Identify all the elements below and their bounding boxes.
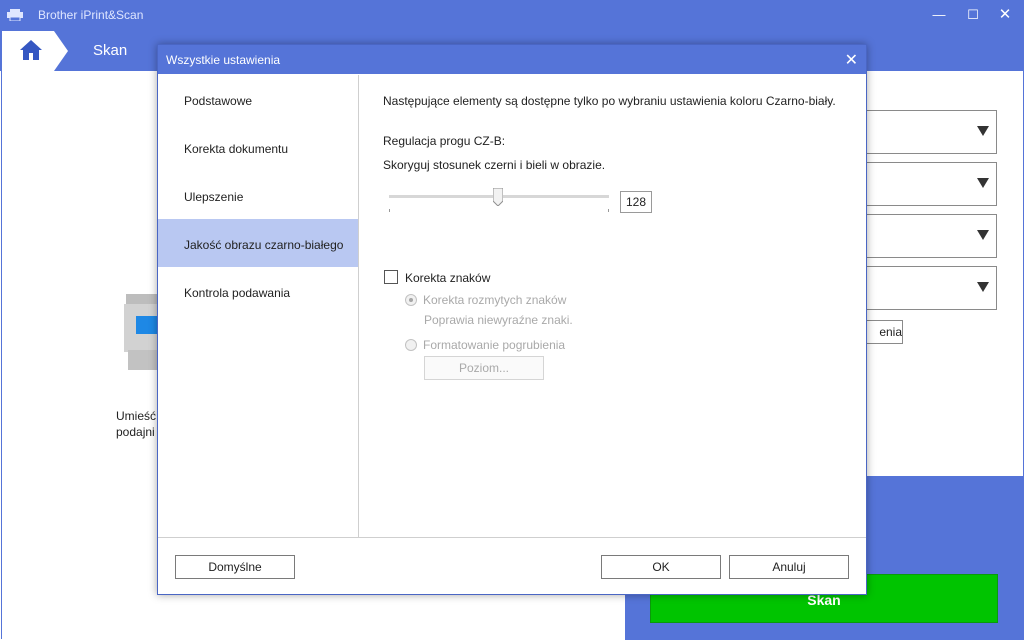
home-button[interactable] [2,31,54,71]
page-title: Skan [93,42,128,59]
dialog-titlebar: Wszystkie ustawienia ✕ [158,45,866,74]
close-icon[interactable]: ✕ [845,50,858,70]
slider-tick [608,209,609,212]
dialog-title: Wszystkie ustawienia [166,53,281,67]
blurry-chars-radio[interactable] [405,294,417,306]
threshold-description: Skoryguj stosunek czerni i bieli w obraz… [383,158,606,172]
printer-icon [7,9,23,21]
minimize-button[interactable]: — [928,4,950,26]
defaults-button[interactable]: Domyślne [175,555,295,579]
bold-format-radio[interactable] [405,339,417,351]
all-settings-dialog: Wszystkie ustawienia ✕ Podstawowe Korekt… [157,44,867,595]
char-correction-label: Korekta znaków [405,271,491,285]
scan-setting-dropdown-1[interactable] [866,110,997,154]
close-window-button[interactable]: ✕ [994,4,1016,26]
scanner-illustration [124,294,160,370]
blurry-chars-label: Korekta rozmytych znaków [423,293,567,307]
scan-setting-dropdown-2[interactable] [866,162,997,206]
nav-item-feed-control[interactable]: Kontrola podawania [158,267,358,315]
nav-item-enhancement[interactable]: Ulepszenie [158,171,358,219]
settings-content: Następujące elementy są dostępne tylko p… [359,75,865,537]
ok-button[interactable]: OK [601,555,721,579]
nav-item-document-correction[interactable]: Korekta dokumentu [158,123,358,171]
scanner-hint-text: Umieść podajni [116,409,157,439]
blurry-chars-description: Poprawia niewyraźne znaki. [424,313,573,327]
bold-format-label: Formatowanie pogrubienia [423,338,566,352]
cancel-button[interactable]: Anuluj [729,555,849,579]
char-correction-checkbox[interactable] [384,270,398,284]
settings-category-list: Podstawowe Korekta dokumentu Ulepszenie … [158,75,359,537]
dropdown-arrow-icon [977,126,989,136]
nav-item-basic[interactable]: Podstawowe [158,75,358,123]
maximize-button[interactable]: ☐ [962,4,984,26]
breadcrumb-arrow [54,31,68,71]
window-titlebar: Brother iPrint&Scan — ☐ ✕ [0,0,1024,31]
dropdown-arrow-icon [977,230,989,240]
threshold-label: Regulacja progu CZ-B: [383,134,506,148]
all-settings-button[interactable]: enia [866,320,903,344]
threshold-slider-thumb[interactable] [493,188,503,206]
scan-setting-dropdown-4[interactable] [866,266,997,310]
slider-tick [389,209,390,212]
app-title: Brother iPrint&Scan [38,8,144,22]
dropdown-arrow-icon [977,178,989,188]
home-icon [20,40,42,60]
scan-setting-dropdown-3[interactable] [866,214,997,258]
bw-only-note: Następujące elementy są dostępne tylko p… [383,94,836,108]
dialog-footer: Domyślne OK Anuluj [158,537,866,595]
dropdown-arrow-icon [977,282,989,292]
nav-item-bw-image-quality[interactable]: Jakość obrazu czarno-białego [158,219,358,267]
level-button[interactable]: Poziom... [424,356,544,380]
threshold-value-field[interactable]: 128 [620,191,652,213]
